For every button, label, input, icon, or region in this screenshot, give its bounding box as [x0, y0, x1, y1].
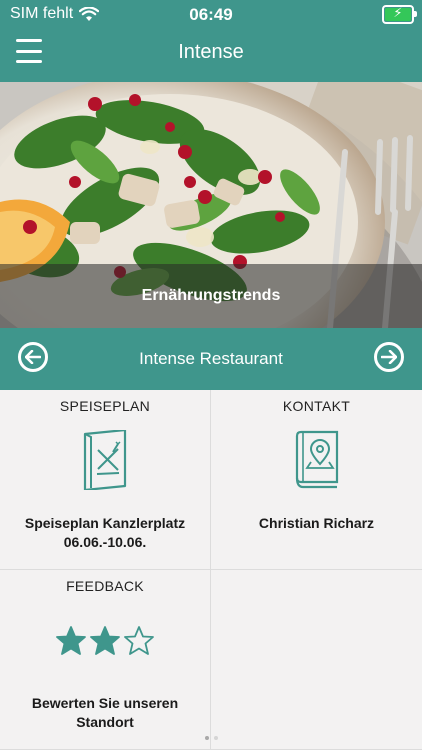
- hero-caption: Ernährungstrends: [0, 264, 422, 328]
- menu-tile-label: Speiseplan Kanzlerplatz 06.06.-10.06.: [8, 514, 202, 552]
- status-time: 06:49: [189, 5, 233, 24]
- page-dot: [204, 736, 209, 740]
- page-dot: [213, 736, 218, 740]
- contact-tile-heading: KONTAKT: [282, 398, 351, 414]
- contact-tile[interactable]: KONTAKT Christian Richarz: [211, 390, 422, 570]
- arrow-right-circle-icon[interactable]: [374, 342, 404, 372]
- feedback-tile-line1: Bewerten Sie unseren: [31, 695, 179, 711]
- feedback-tile-label: Bewerten Sie unseren Standort: [8, 694, 202, 732]
- menu-card-icon: [83, 430, 127, 490]
- page-indicator: [0, 736, 422, 740]
- tile-grid: SPEISEPLAN Speiseplan Kanzlerplatz 06.06…: [0, 390, 422, 750]
- menu-tile[interactable]: SPEISEPLAN Speiseplan Kanzlerplatz 06.06…: [0, 390, 211, 570]
- menu-tile-title: Speiseplan Kanzlerplatz: [24, 515, 186, 531]
- hero-banner[interactable]: Ernährungstrends: [0, 82, 422, 328]
- menu-tile-heading: SPEISEPLAN: [59, 398, 151, 414]
- menu-tile-dates: 06.06.-10.06.: [63, 534, 147, 550]
- address-book-icon: [295, 430, 338, 489]
- feedback-tile-heading: FEEDBACK: [66, 578, 144, 594]
- contact-name: Christian Richarz: [258, 515, 375, 531]
- feedback-tile-line2: Standort: [76, 714, 134, 730]
- restaurant-selector: Intense Restaurant: [0, 328, 422, 390]
- empty-tile: [211, 570, 422, 750]
- top-bar: SIM fehlt 06:49 ⚡ Intense: [0, 0, 422, 82]
- navigation-bar: Intense: [0, 28, 422, 82]
- battery-charging-icon: ⚡: [382, 5, 417, 24]
- star-rating-icon: [0, 626, 210, 656]
- status-bar: SIM fehlt 06:49 ⚡: [0, 0, 422, 28]
- restaurant-name: Intense Restaurant: [139, 349, 283, 368]
- feedback-tile[interactable]: FEEDBACK Bewerten Sie unseren Standort: [0, 570, 211, 750]
- page-title: Intense: [178, 41, 244, 63]
- star-filled-icon[interactable]: [56, 626, 86, 656]
- star-filled-icon[interactable]: [90, 626, 120, 656]
- star-empty-icon[interactable]: [124, 626, 154, 656]
